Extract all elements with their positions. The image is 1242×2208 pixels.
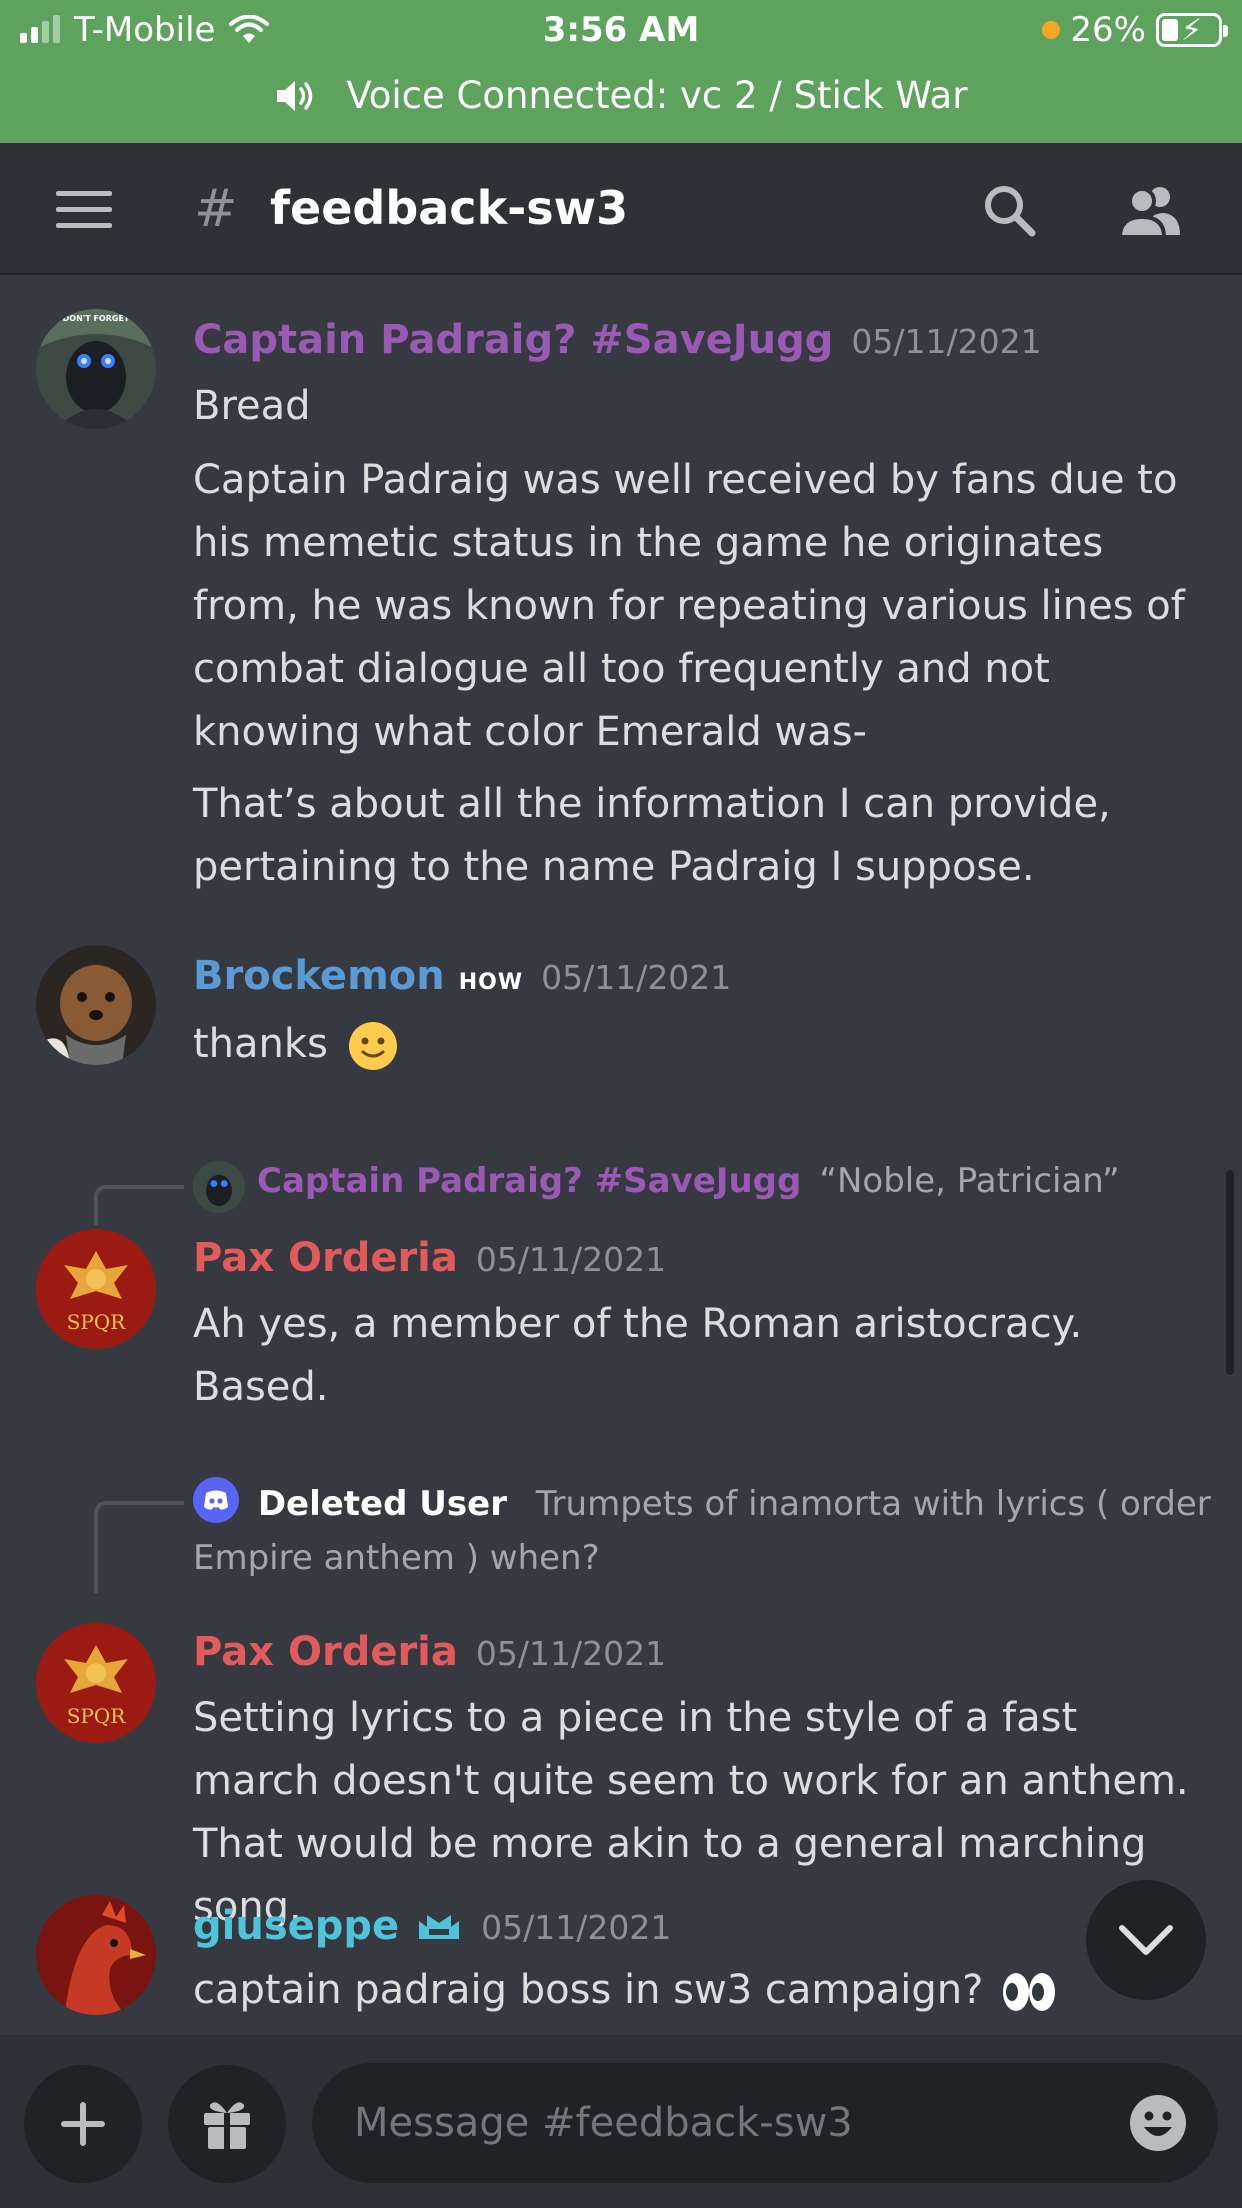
discord-icon	[193, 1477, 239, 1523]
eyes-emoji	[1003, 1973, 1056, 2011]
message-text: Bread	[193, 383, 311, 429]
author-name[interactable]: Pax Orderia	[193, 1235, 458, 1281]
reply-author: Captain Padraig? #SaveJugg	[257, 1161, 802, 1201]
reply-author: Deleted User	[257, 1484, 507, 1524]
timestamp: 05/11/2021	[475, 1634, 667, 1673]
search-icon[interactable]	[982, 183, 1036, 237]
battery-group: 26% ⚡	[1042, 10, 1228, 50]
reply-preview[interactable]: Deleted User Trumpets of inamorta with l…	[193, 1477, 1213, 1585]
avatar[interactable]: SPQR	[36, 1623, 156, 1743]
avatar[interactable]: SPQR	[36, 1229, 156, 1349]
reply-preview[interactable]: Captain Padraig? #SaveJugg “Noble, Patri…	[193, 1161, 1120, 1213]
message-input-box[interactable]	[312, 2063, 1218, 2183]
message-text: That’s about all the information I can p…	[193, 781, 1111, 890]
voice-connected-banner[interactable]: Voice Connected: vc 2 / Stick War	[0, 74, 1242, 117]
message-header: Pax Orderia 05/11/2021	[193, 1235, 666, 1281]
avatar[interactable]	[36, 1895, 156, 2015]
jump-to-bottom-button[interactable]	[1086, 1880, 1206, 2000]
message-header: Brockemon HOW 05/11/2021	[193, 953, 731, 999]
message-text-content: captain padraig boss in sw3 campaign?	[193, 1967, 984, 2013]
channel-title: feedback-sw3	[270, 181, 629, 235]
reply-avatar	[193, 1161, 245, 1213]
voice-connected-text: Voice Connected: vc 2 / Stick War	[346, 74, 968, 117]
user-tag: HOW	[458, 970, 524, 995]
message-text: Captain Padraig was well received by fan…	[193, 457, 1185, 755]
message-header: Captain Padraig? #SaveJugg 05/11/2021	[193, 317, 1042, 363]
message-text: captain padraig boss in sw3 campaign?	[193, 1959, 1213, 2022]
reply-text: “Noble, Patrician”	[819, 1161, 1120, 1201]
timestamp: 05/11/2021	[541, 958, 732, 997]
gift-icon	[204, 2102, 250, 2149]
message-composer	[0, 2035, 1242, 2208]
message-header: Pax Orderia 05/11/2021	[193, 1629, 666, 1675]
avatar[interactable]	[36, 945, 156, 1065]
scrollbar[interactable]	[1226, 1170, 1234, 1375]
avatar-caption: SPQR	[67, 1704, 127, 1728]
timestamp: 05/11/2021	[481, 1908, 672, 1947]
avatar-caption: DON'T FORGET	[63, 314, 130, 323]
speaker-icon	[276, 81, 312, 111]
battery-icon: ⚡	[1156, 13, 1228, 48]
plus-icon	[61, 2102, 105, 2146]
emoji-icon[interactable]	[1128, 2093, 1188, 2153]
message-text: Ah yes, a member of the Roman aristocrac…	[193, 1301, 1083, 1410]
add-attachment-button[interactable]	[24, 2065, 142, 2183]
members-icon[interactable]	[1118, 183, 1182, 239]
author-name[interactable]: Captain Padraig? #SaveJugg	[193, 317, 833, 363]
reply-connector	[94, 1185, 184, 1225]
author-name[interactable]: Brockemon	[193, 953, 445, 999]
timestamp: 05/11/2021	[475, 1240, 667, 1279]
gift-button[interactable]	[168, 2065, 286, 2183]
reply-connector	[94, 1501, 184, 1593]
message-input[interactable]	[354, 2100, 1114, 2146]
avatar-caption: SPQR	[67, 1310, 127, 1334]
timestamp: 05/11/2021	[851, 322, 1042, 361]
hamburger-icon[interactable]	[56, 191, 112, 239]
author-name[interactable]: giuseppe	[193, 1903, 399, 1949]
mic-indicator-dot	[1042, 21, 1061, 39]
message-text: thanks	[193, 1013, 1213, 1076]
slight-smile-emoji	[348, 1022, 397, 1070]
message-list[interactable]: DON'T FORGET Captain Padraig? #SaveJugg …	[0, 277, 1242, 2035]
author-name[interactable]: Pax Orderia	[193, 1629, 458, 1675]
message-text: Setting lyrics to a piece in the style o…	[193, 1695, 1189, 1930]
hash-icon: #	[194, 179, 238, 239]
avatar[interactable]: DON'T FORGET	[36, 309, 156, 429]
server-booster-icon	[419, 1915, 460, 1939]
status-bar: T-Mobile 3:56 AM 26% ⚡	[0, 0, 1242, 62]
battery-percent: 26%	[1070, 10, 1146, 50]
chevron-down-icon	[1119, 1925, 1173, 1955]
channel-header: # feedback-sw3	[0, 143, 1242, 275]
message-header: giuseppe 05/11/2021	[193, 1903, 671, 1949]
message-text-content: thanks	[193, 1021, 328, 1067]
